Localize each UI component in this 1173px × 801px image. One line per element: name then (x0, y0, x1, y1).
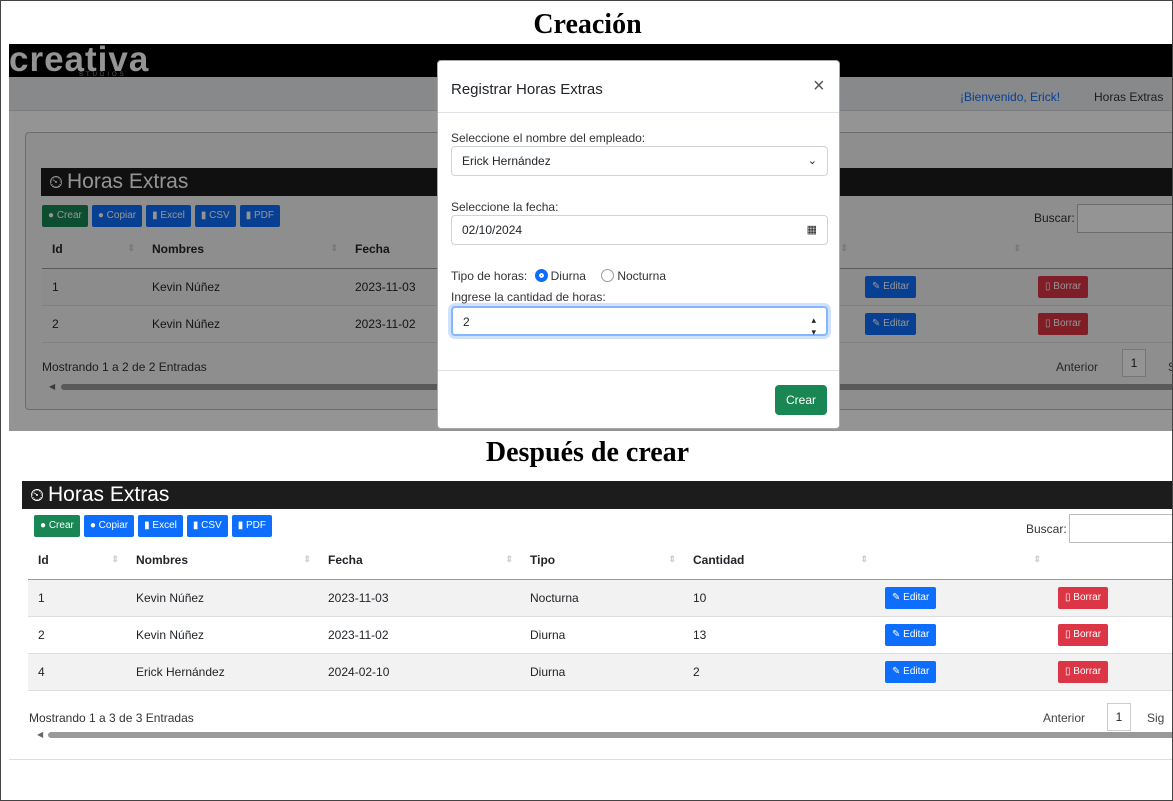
column-header-cantidad[interactable]: Cantidad ⇕ (683, 542, 875, 580)
cell-fecha: 2023-11-03 (318, 579, 520, 617)
modal-header: Registrar Horas Extras × (438, 61, 839, 113)
divider (9, 759, 1172, 760)
search-input[interactable] (1069, 514, 1172, 543)
cell-id: 1 (28, 579, 126, 617)
cell-id: 4 (28, 653, 126, 691)
cell-id: 2 (28, 616, 126, 654)
file-csv-icon: ▮ (192, 520, 202, 531)
cell-tipo: Nocturna (520, 579, 683, 617)
radio-nocturna[interactable] (601, 269, 615, 282)
table-info: Mostrando 1 a 3 de 3 Entradas (29, 711, 194, 725)
cell-tipo: Diurna (520, 616, 683, 654)
cell-cantidad: 10 (683, 579, 875, 617)
employee-select[interactable]: Erick Hernández ⌄ (451, 146, 828, 176)
date-label: Seleccione la fecha: (451, 200, 559, 214)
plus-circle-icon: ● (89, 520, 99, 531)
modal-title: Registrar Horas Extras (451, 81, 603, 98)
section-title-text: Horas Extras (48, 483, 170, 506)
edit-button[interactable]: ✎ Editar (885, 660, 937, 683)
delete-button[interactable]: ▯ Borrar (1058, 660, 1109, 683)
employee-label: Seleccione el nombre del empleado: (451, 131, 646, 145)
horizontal-scrollbar[interactable] (48, 732, 1172, 738)
csv-button[interactable]: ▮ CSV (186, 515, 228, 537)
cell-cantidad: 2 (683, 653, 875, 691)
delete-button[interactable]: ▯ Borrar (1058, 586, 1109, 609)
edit-button[interactable]: ✎ Editar (885, 586, 937, 609)
cell-fecha: 2024-02-10 (318, 653, 520, 691)
column-header-fecha[interactable]: Fecha ⇕ (318, 542, 520, 580)
delete-button[interactable]: ▯ Borrar (1058, 623, 1109, 646)
search-label: Buscar: (1026, 522, 1067, 536)
crear-button[interactable]: ● Crear (34, 515, 80, 537)
column-header-nombres[interactable]: Nombres ⇕ (126, 542, 318, 580)
copiar-button[interactable]: ● Copiar (83, 515, 135, 537)
pager-next[interactable]: Sig (1147, 711, 1164, 725)
date-input[interactable]: 02/10/2024 ▦ (451, 215, 828, 245)
export-toolbar-after: ● Crear ● Copiar ▮ Excel ▮ CSV ▮ PDF (34, 515, 272, 537)
excel-button[interactable]: ▮ Excel (138, 515, 183, 537)
cell-fecha: 2023-11-02 (318, 616, 520, 654)
pager-previous[interactable]: Anterior (1043, 711, 1085, 725)
radio-diurna-label: Diurna (550, 269, 586, 283)
hours-input-value: 2 (463, 315, 470, 329)
employee-select-value: Erick Hernández (462, 154, 551, 168)
page: Creación creativa STUDIOS ¡Bienvenido, E… (0, 0, 1173, 801)
radio-diurna[interactable] (534, 269, 548, 282)
chevron-down-icon: ⌄ (807, 155, 817, 167)
edit-icon: ✎ (892, 591, 904, 603)
column-header-tipo[interactable]: Tipo ⇕ (520, 542, 683, 580)
heading-despues: Después de crear (485, 437, 690, 468)
column-header-edit[interactable]: ⇕ (875, 542, 1048, 580)
register-overtime-modal: Registrar Horas Extras × Seleccione el n… (437, 60, 840, 429)
calendar-icon[interactable]: ▦ (807, 216, 817, 244)
radio-nocturna-label: Nocturna (617, 269, 667, 283)
hours-input[interactable]: 2 ▴ ▾ (451, 306, 828, 338)
plus-circle-icon: ● (40, 520, 49, 531)
hours-type-group: Tipo de horas: Diurna Nocturna (451, 269, 666, 283)
close-icon[interactable]: × (813, 75, 825, 98)
heading-creacion: Creación (533, 9, 642, 40)
edit-icon: ✎ (892, 628, 904, 640)
cell-nombre: Erick Hernández (126, 653, 318, 691)
stepper-icon[interactable]: ▴ ▾ (811, 314, 816, 338)
pdf-button[interactable]: ▮ PDF (231, 515, 272, 537)
screenshot-creation: creativa STUDIOS ¡Bienvenido, Erick! Hor… (9, 44, 1172, 431)
pager-page-1[interactable]: 1 (1107, 703, 1131, 731)
column-header-delete[interactable] (1048, 542, 1172, 580)
edit-button[interactable]: ✎ Editar (885, 623, 937, 646)
table-row: 2 Kevin Núñez 2023-11-02 Diurna 13 ✎ Edi… (28, 616, 1172, 654)
table-row: 4 Erick Hernández 2024-02-10 Diurna 2 ✎ … (28, 653, 1172, 691)
clock-icon: ⏲ (29, 485, 45, 505)
date-input-value: 02/10/2024 (462, 223, 523, 237)
data-table-after: Id ⇕ Nombres ⇕ Fecha ⇕ Tipo ⇕ Cantidad ⇕ ⇕ 1 … (28, 542, 1172, 691)
scroll-left-arrow[interactable]: ◀ (37, 730, 43, 739)
cell-tipo: Diurna (520, 653, 683, 691)
file-pdf-icon: ▮ (237, 520, 246, 531)
table-row: 1 Kevin Núñez 2023-11-03 Nocturna 10 ✎ E… (28, 579, 1172, 617)
submit-crear-button[interactable]: Crear (775, 385, 827, 415)
hours-label: Ingrese la cantidad de horas: (451, 290, 606, 304)
hours-type-label: Tipo de horas: (451, 269, 528, 283)
cell-nombre: Kevin Núñez (126, 616, 318, 654)
column-header-id[interactable]: Id ⇕ (28, 542, 126, 580)
cell-cantidad: 13 (683, 616, 875, 654)
edit-icon: ✎ (892, 665, 904, 677)
cell-nombre: Kevin Núñez (126, 579, 318, 617)
section-title-after: ⏲ Horas Extras (22, 481, 1172, 509)
